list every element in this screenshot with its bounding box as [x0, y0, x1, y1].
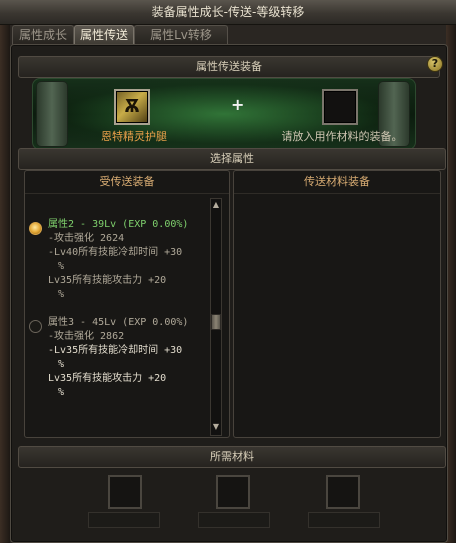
tab-attribute-level-transfer[interactable]: 属性Lv转移 — [134, 25, 228, 45]
scroll-up-arrow-icon[interactable]: ▲ — [211, 200, 221, 210]
material-slot-3[interactable] — [326, 475, 360, 509]
attribute-option-1-line: % — [58, 289, 65, 300]
received-equipment-title: 受传送装备 — [25, 171, 229, 194]
attribute-option-1-line: Lv35所有技能攻击力 +20 — [48, 275, 167, 286]
attribute-option-1-line: -Lv40所有技能冷却时间 +30 — [48, 247, 183, 258]
attribute-option-2[interactable]: 属性3 - 45Lv (EXP 0.00%) -攻击强化 2862 -Lv35所… — [48, 316, 208, 400]
attribute-option-1-radio[interactable] — [29, 222, 42, 235]
required-materials-header: 所需材料 — [18, 446, 446, 468]
tab-attribute-transfer[interactable]: 属性传送 — [74, 25, 134, 45]
attribute-option-2-line: % — [58, 387, 65, 398]
material-slot-2[interactable] — [216, 475, 250, 509]
plus-icon: + — [231, 95, 245, 114]
material-slot-1[interactable] — [108, 475, 142, 509]
attribute-option-1[interactable]: 属性2 - 39Lv (EXP 0.00%) -攻击强化 2624 -Lv40所… — [48, 218, 208, 302]
select-attribute-header: 选择属性 — [18, 148, 446, 170]
attribute-option-1-line: % — [58, 261, 65, 272]
attribute-option-2-line: -攻击强化 2862 — [48, 331, 125, 342]
attribute-option-1-title: 属性2 - 39Lv (EXP 0.00%) — [48, 219, 189, 230]
attribute-option-1-line: -攻击强化 2624 — [48, 233, 125, 244]
material-item-slot[interactable] — [322, 89, 358, 125]
attribute-option-2-line: % — [58, 359, 65, 370]
material-label-3 — [308, 512, 380, 528]
attribute-option-2-title: 属性3 - 45Lv (EXP 0.00%) — [48, 317, 189, 328]
tab-attribute-growth[interactable]: 属性成长 — [12, 25, 74, 45]
material-slot-hint: 请放入用作材料的装备。 — [281, 130, 403, 143]
material-label-1 — [88, 512, 160, 528]
material-label-2 — [198, 512, 270, 528]
help-icon[interactable]: ? — [427, 56, 443, 72]
material-equipment-title: 传送材料装备 — [234, 171, 440, 194]
attribute-option-2-radio[interactable] — [29, 320, 42, 333]
source-item-name: 恩特精灵护腿 — [101, 130, 167, 143]
window-title: 装备属性成长-传送-等级转移 — [0, 0, 456, 25]
scroll-down-arrow-icon[interactable]: ▼ — [211, 422, 221, 432]
scrollbar-thumb[interactable] — [211, 314, 221, 330]
ent-elf-legs-icon: Ѫ — [124, 96, 140, 117]
background-strip — [0, 24, 10, 543]
attribute-option-2-line: -Lv35所有技能冷却时间 +30 — [48, 345, 183, 356]
material-equipment-panel — [233, 170, 441, 438]
transfer-equipment-header: 属性传送装备 — [18, 56, 440, 78]
attribute-option-2-line: Lv35所有技能攻击力 +20 — [48, 373, 167, 384]
source-item-slot[interactable]: Ѫ — [114, 89, 150, 125]
